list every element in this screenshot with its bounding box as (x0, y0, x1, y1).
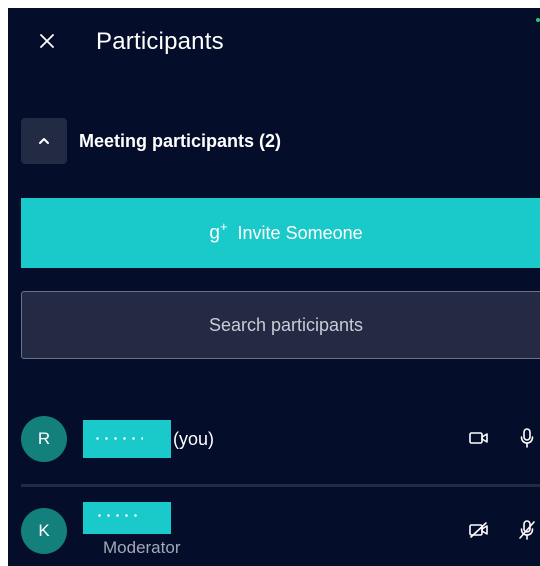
redacted-name (83, 502, 171, 534)
close-button[interactable] (32, 26, 62, 56)
participant-row[interactable]: K Moderator (21, 500, 540, 564)
microphone-muted-icon (513, 516, 540, 544)
panel-title: Participants (96, 28, 224, 55)
camera-on-icon (465, 424, 493, 452)
you-label: (you) (173, 428, 215, 449)
participant-status-icons (445, 516, 540, 544)
panel-header: Participants (8, 8, 540, 80)
search-placeholder: Search participants (208, 314, 364, 335)
avatar: K (21, 508, 67, 554)
collapse-section-button[interactable] (21, 118, 67, 164)
avatar: R (21, 416, 67, 462)
participants-panel: Participants Meeting participants (2) g+… (8, 8, 540, 566)
chevron-up-icon (39, 138, 49, 144)
invite-someone-button[interactable]: g+ Invite Someone (21, 198, 540, 268)
invite-label: Invite Someone (237, 222, 363, 243)
participant-status-icons (445, 424, 540, 452)
search-participants-input[interactable]: Search participants (21, 291, 540, 359)
add-person-icon: g+ (209, 219, 228, 244)
camera-off-icon (465, 516, 493, 544)
participant-row[interactable]: R (you) (21, 408, 540, 472)
close-icon (40, 34, 54, 48)
section-title: Meeting participants (2) (79, 130, 282, 151)
participant-role: Moderator (103, 538, 181, 557)
redacted-name (83, 420, 171, 458)
microphone-icon (513, 424, 540, 452)
participant-name: (you) (83, 420, 214, 458)
divider (21, 484, 540, 487)
section-header: Meeting participants (2) (21, 118, 281, 164)
